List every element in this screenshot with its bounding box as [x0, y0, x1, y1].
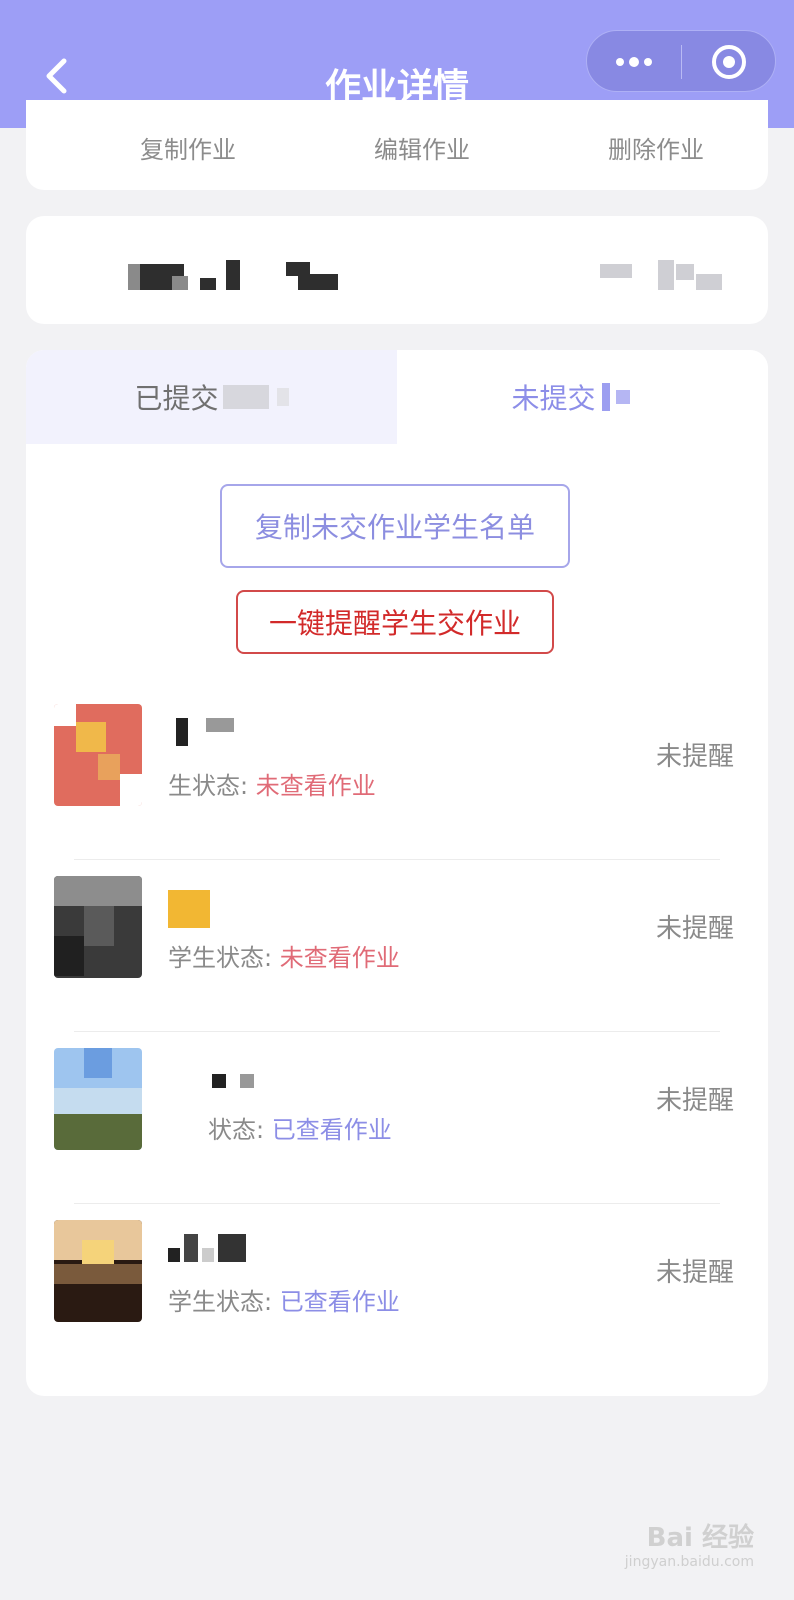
target-icon — [712, 45, 746, 79]
close-miniprogram-button[interactable] — [682, 31, 776, 93]
student-row[interactable]: 学生状态: 未查看作业 未提醒 — [26, 860, 768, 1032]
redacted-name — [168, 1234, 246, 1266]
tab-unsubmitted-label: 未提交 — [511, 382, 596, 415]
student-status: 状态: 已查看作业 — [208, 1110, 392, 1145]
status-value: 已查看作业 — [271, 1116, 392, 1144]
student-row[interactable]: 状态: 已查看作业 未提醒 — [26, 1032, 768, 1204]
status-prefix: 学生状态: — [168, 1288, 273, 1316]
avatar — [54, 1048, 142, 1150]
redacted-name — [212, 1074, 254, 1106]
tab-submitted-label: 已提交 — [134, 382, 219, 415]
status-value: 已查看作业 — [279, 1288, 400, 1316]
status-value: 未查看作业 — [279, 944, 400, 972]
status-prefix: 生状态: — [168, 772, 249, 800]
remind-state: 未提醒 — [655, 742, 734, 772]
homework-actions-card: 复制作业 编辑作业 删除作业 — [26, 100, 768, 190]
avatar — [54, 704, 142, 806]
status-prefix: 学生状态: — [168, 944, 273, 972]
remind-all-button[interactable]: 一键提醒学生交作业 — [236, 590, 554, 654]
status-value: 未查看作业 — [255, 772, 376, 800]
student-row[interactable]: 生状态: 未查看作业 未提醒 — [26, 688, 768, 860]
redacted-count — [644, 383, 654, 411]
miniprogram-capsule — [586, 30, 776, 92]
avatar — [54, 1220, 142, 1322]
remind-state: 未提醒 — [655, 1086, 734, 1116]
redacted-count — [276, 388, 289, 406]
watermark-url: jingyan.baidu.com — [624, 1554, 754, 1570]
delete-homework-button[interactable]: 删除作业 — [556, 130, 756, 165]
remind-state: 未提醒 — [655, 914, 734, 944]
redacted-count — [601, 383, 610, 411]
student-status: 生状态: 未查看作业 — [168, 766, 376, 801]
student-list-card: 已提交 未提交 复制未交作业学生名单 一键提醒学生交作业 生状态: 未查看作业 … — [26, 350, 768, 1396]
student-row[interactable]: 学生状态: 已查看作业 未提醒 — [26, 1204, 768, 1376]
more-button[interactable] — [587, 31, 681, 93]
copy-unsubmitted-list-button[interactable]: 复制未交作业学生名单 — [220, 484, 570, 568]
tab-submitted[interactable]: 已提交 — [26, 350, 397, 444]
redacted-name — [168, 890, 210, 928]
avatar — [54, 876, 142, 978]
student-status: 学生状态: 未查看作业 — [168, 938, 400, 973]
redacted-count — [222, 385, 269, 409]
status-prefix: 状态: — [208, 1116, 265, 1144]
student-status: 学生状态: 已查看作业 — [168, 1282, 400, 1317]
watermark: Bai 经验 jingyan.baidu.com — [625, 1517, 754, 1570]
edit-homework-button[interactable]: 编辑作业 — [322, 130, 522, 165]
watermark-main: Bai 经验 — [646, 1523, 754, 1553]
more-dots-icon — [616, 57, 652, 67]
redacted-count — [615, 390, 630, 404]
homework-info-card — [26, 216, 768, 324]
redacted-name — [176, 718, 234, 750]
remind-state: 未提醒 — [655, 1258, 734, 1288]
copy-homework-button[interactable]: 复制作业 — [88, 130, 288, 165]
tab-unsubmitted[interactable]: 未提交 — [397, 350, 768, 444]
